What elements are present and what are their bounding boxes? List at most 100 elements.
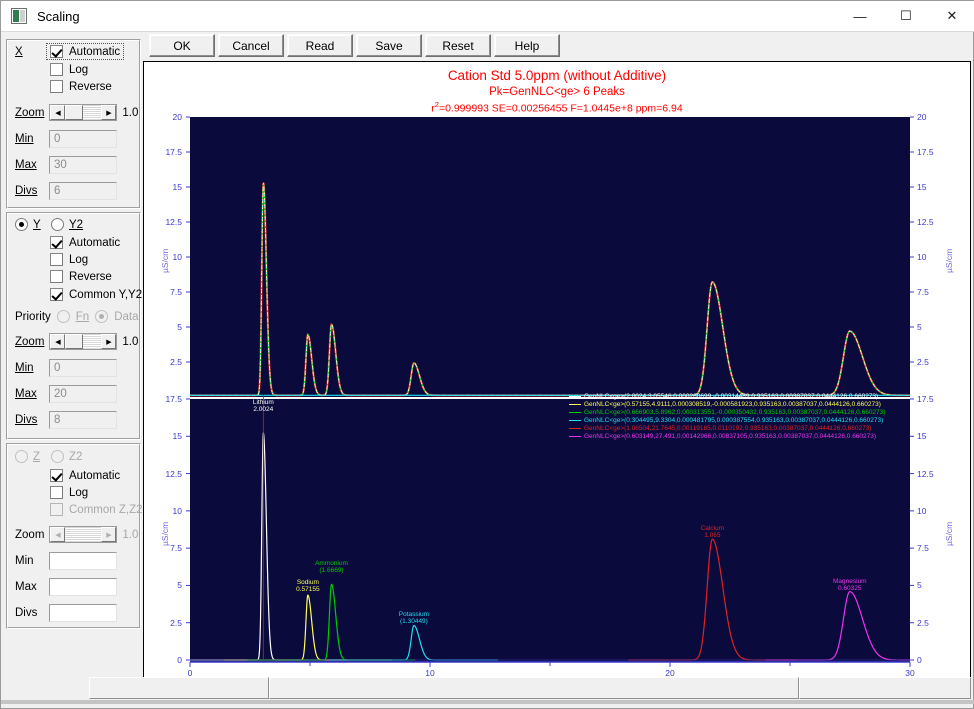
title-bar: Scaling — ☐ ✕ xyxy=(1,1,974,32)
y2-radio[interactable]: Y2 xyxy=(51,218,83,231)
z-divs-row: Divs xyxy=(15,604,117,622)
y-tick-label: 17.5 xyxy=(165,147,182,157)
z-radio[interactable]: Z xyxy=(15,450,40,463)
y-reverse-checkbox[interactable]: Reverse xyxy=(50,270,112,283)
y-tick-label: 10 xyxy=(917,505,927,516)
legend-entry: GenNLC<ge>(1.06504,21.7645,0.00119185,0.… xyxy=(569,425,871,432)
y-priority-row: Priority Fn Data xyxy=(15,310,139,323)
z-axis-panel: Z Z2 Automatic Log Common Z,Z2 Zoom ◀ ▶ … xyxy=(6,443,143,629)
y-automatic-checkbox[interactable]: Automatic xyxy=(50,236,120,249)
peak-value: 1.065 xyxy=(704,532,721,540)
chevron-left-icon[interactable]: ◀ xyxy=(50,334,66,349)
y-tick-label: 15 xyxy=(917,182,927,192)
y-axis-title: µS/cm xyxy=(160,248,170,273)
chevron-right-icon[interactable]: ▶ xyxy=(101,527,117,542)
z2-radio[interactable]: Z2 xyxy=(51,450,82,463)
peak-name: Lithium xyxy=(252,399,274,407)
y-divs-input[interactable]: 8 xyxy=(49,411,117,429)
chevron-left-icon[interactable]: ◀ xyxy=(50,105,66,120)
slider-thumb[interactable] xyxy=(65,334,84,349)
radio-glyph xyxy=(51,450,64,463)
checkbox-glyph xyxy=(50,253,63,266)
x-min-input[interactable]: 0 xyxy=(49,130,117,148)
z-automatic-checkbox[interactable]: Automatic xyxy=(50,469,120,482)
maximize-button[interactable]: ☐ xyxy=(883,1,929,31)
z-divs-input[interactable] xyxy=(49,604,117,622)
chevron-left-icon[interactable]: ◀ xyxy=(50,527,66,542)
slider-track[interactable] xyxy=(83,105,102,120)
peak-name: Magnesium xyxy=(832,577,867,585)
status-cell-3 xyxy=(799,677,971,699)
legend-color-swatch xyxy=(569,395,581,397)
peak-name: Ammonium xyxy=(315,560,348,568)
x-max-row: Max 30 xyxy=(15,156,117,174)
reset-button[interactable]: Reset xyxy=(425,34,491,57)
save-button[interactable]: Save xyxy=(356,34,422,57)
y-tick-label: 5 xyxy=(917,580,922,591)
legend-color-swatch xyxy=(569,411,581,413)
z-min-input[interactable] xyxy=(49,552,117,570)
priority-fn-radio[interactable] xyxy=(56,310,70,323)
x-divs-row: Divs 6 xyxy=(15,182,117,200)
x-zoom-control[interactable]: Zoom ◀ ▶ 1.0 xyxy=(15,104,138,121)
slider-thumb[interactable] xyxy=(65,105,84,120)
z-min-row: Min xyxy=(15,552,117,570)
y-max-input[interactable]: 20 xyxy=(49,385,117,403)
x-reverse-checkbox[interactable]: Reverse xyxy=(50,80,112,93)
y-tick-label: 2.5 xyxy=(917,617,929,628)
y-tick-label: 12.5 xyxy=(917,468,934,479)
close-button[interactable]: ✕ xyxy=(929,1,974,31)
x-max-input[interactable]: 30 xyxy=(49,156,117,174)
y-min-input[interactable]: 0 xyxy=(49,359,117,377)
chart-panel[interactable]: Cation Std 5.0ppm (without Additive) Pk=… xyxy=(143,61,971,692)
y-axis-panel: Y Y2 Automatic Log Reverse Common Y,Y2 P… xyxy=(6,212,142,440)
radio-glyph xyxy=(51,218,64,231)
x-axis-letter-label: X xyxy=(15,46,23,58)
legend-label: GenNLC<ge>(2.0024,3.05546,0.000260699,-0… xyxy=(584,393,879,400)
z-zoom-slider[interactable]: ◀ ▶ xyxy=(49,526,118,543)
y-tick-label: 5 xyxy=(177,322,182,332)
z-common-checkbox[interactable]: Common Z,Z2 xyxy=(50,503,143,516)
minimize-button[interactable]: — xyxy=(837,1,883,31)
checkbox-glyph xyxy=(50,45,63,58)
y-tick-label: 2.5 xyxy=(170,617,182,628)
read-button[interactable]: Read xyxy=(287,34,353,57)
y-tick-label: 10 xyxy=(917,252,927,262)
chevron-right-icon[interactable]: ▶ xyxy=(101,105,117,120)
z-log-checkbox[interactable]: Log xyxy=(50,486,88,499)
slider-track[interactable] xyxy=(65,527,102,542)
peak-label: Sodium 0.57155 xyxy=(296,579,320,593)
y-zoom-control[interactable]: Zoom ◀ ▶ 1.0 xyxy=(15,333,138,350)
y-tick-label: 0 xyxy=(917,655,922,665)
y-radio[interactable]: Y xyxy=(15,218,41,231)
y-tick-label: 0 xyxy=(177,655,182,665)
legend-entry: GenNLC<ge>(0.304495,9.3304,0.000481795,0… xyxy=(569,417,883,424)
x-min-row: Min 0 xyxy=(15,130,117,148)
chevron-right-icon[interactable]: ▶ xyxy=(101,334,117,349)
priority-data-radio[interactable] xyxy=(95,310,109,323)
y-common-checkbox[interactable]: Common Y,Y2 xyxy=(50,288,142,301)
peak-name: Potassium xyxy=(398,611,430,619)
peak-label: Potassium (1.30449) xyxy=(399,611,429,625)
x-automatic-checkbox[interactable]: Automatic xyxy=(45,43,125,60)
z-max-input[interactable] xyxy=(49,578,117,596)
slider-track[interactable] xyxy=(83,334,102,349)
x-divs-input[interactable]: 6 xyxy=(49,182,117,200)
z-zoom-control[interactable]: Zoom ◀ ▶ 1.0 xyxy=(15,526,138,543)
x-zoom-value: 1.0 xyxy=(122,106,139,119)
legend-label: GenNLC<ge>(0.666903,5.8962,0.000313551,-… xyxy=(584,409,886,416)
y-zoom-slider[interactable]: ◀ ▶ xyxy=(49,333,118,350)
x-axis-panel: X Automatic Log Reverse Zoom ◀ ▶ 1.0 Min xyxy=(6,39,141,209)
checkbox-glyph xyxy=(50,236,63,249)
peak-label: Lithium 2.0024 xyxy=(253,399,274,413)
help-button[interactable]: Help xyxy=(494,34,560,57)
checkbox-glyph xyxy=(50,503,63,516)
ok-button[interactable]: OK xyxy=(149,34,215,57)
y-log-checkbox[interactable]: Log xyxy=(50,253,88,266)
window-controls: — ☐ ✕ xyxy=(837,1,974,31)
x-zoom-slider[interactable]: ◀ ▶ xyxy=(49,104,118,121)
x-log-checkbox[interactable]: Log xyxy=(50,63,88,76)
cancel-button[interactable]: Cancel xyxy=(218,34,284,57)
window-bottom-divider xyxy=(1,700,974,704)
y-tick-label: 17.5 xyxy=(165,394,182,404)
